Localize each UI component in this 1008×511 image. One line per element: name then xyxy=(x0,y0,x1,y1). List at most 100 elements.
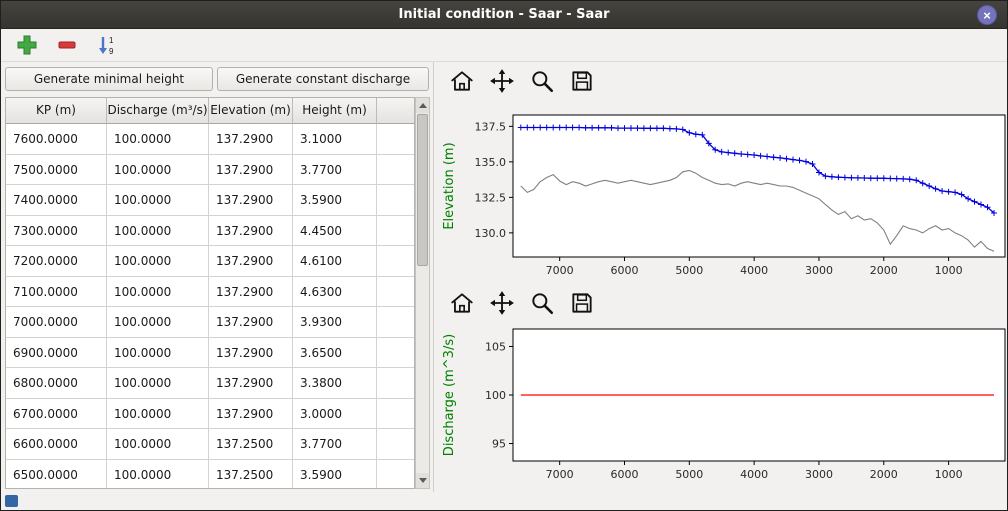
table-cell[interactable]: 4.4500 xyxy=(293,216,377,247)
chevron-up-icon xyxy=(419,103,427,108)
table-row[interactable]: 7300.0000100.0000137.29004.4500 xyxy=(6,216,414,247)
plot2-pan-button[interactable] xyxy=(485,287,519,319)
plot1-save-button[interactable] xyxy=(565,65,599,97)
delete-row-button[interactable] xyxy=(53,32,81,58)
table-cell[interactable]: 137.2900 xyxy=(209,216,293,247)
table-cell[interactable]: 100.0000 xyxy=(107,338,209,369)
table-cell[interactable]: 100.0000 xyxy=(107,155,209,186)
table-row[interactable]: 7400.0000100.0000137.29003.5900 xyxy=(6,185,414,216)
column-header[interactable]: KP (m) xyxy=(6,98,107,124)
table-cell[interactable]: 137.2900 xyxy=(209,368,293,399)
table-cell[interactable]: 100.0000 xyxy=(107,429,209,460)
plot1-zoom-button[interactable] xyxy=(525,65,559,97)
table-scrollbar[interactable] xyxy=(415,97,430,489)
table-cell[interactable]: 137.2900 xyxy=(209,246,293,277)
svg-text:132.5: 132.5 xyxy=(475,191,507,204)
panel-splitter[interactable] xyxy=(433,62,434,492)
plot2-home-button[interactable] xyxy=(445,287,479,319)
svg-text:4000: 4000 xyxy=(740,468,768,481)
svg-text:9: 9 xyxy=(109,47,114,56)
svg-text:2000: 2000 xyxy=(870,468,898,481)
table-cell[interactable]: 3.3800 xyxy=(293,368,377,399)
table-row[interactable]: 7100.0000100.0000137.29004.6300 xyxy=(6,277,414,308)
table-cell[interactable]: 6800.0000 xyxy=(6,368,107,399)
table-row[interactable]: 7200.0000100.0000137.29004.6100 xyxy=(6,246,414,277)
close-button[interactable]: × xyxy=(977,5,997,25)
table-cell[interactable]: 100.0000 xyxy=(107,277,209,308)
table-cell[interactable]: 137.2900 xyxy=(209,338,293,369)
scroll-up-button[interactable] xyxy=(416,98,429,113)
home-icon xyxy=(449,290,475,316)
table-cell[interactable]: 137.2900 xyxy=(209,124,293,155)
table-row[interactable]: 6800.0000100.0000137.29003.3800 xyxy=(6,368,414,399)
table-row[interactable]: 7500.0000100.0000137.29003.7700 xyxy=(6,155,414,186)
table-cell[interactable]: 6700.0000 xyxy=(6,399,107,430)
plot1-pan-button[interactable] xyxy=(485,65,519,97)
table-cell[interactable]: 6600.0000 xyxy=(6,429,107,460)
svg-text:105: 105 xyxy=(485,340,506,353)
table-cell[interactable]: 7000.0000 xyxy=(6,307,107,338)
table-cell[interactable]: 4.6300 xyxy=(293,277,377,308)
table-cell[interactable]: 100.0000 xyxy=(107,185,209,216)
plot2-save-button[interactable] xyxy=(565,287,599,319)
table-cell[interactable]: 137.2900 xyxy=(209,399,293,430)
table-cell[interactable]: 7200.0000 xyxy=(6,246,107,277)
column-header[interactable]: Elevation (m) xyxy=(209,98,293,124)
discharge-chart[interactable]: 700060005000400030002000100095100105Disc… xyxy=(437,319,1007,491)
table-cell[interactable]: 100.0000 xyxy=(107,246,209,277)
table-row[interactable]: 6700.0000100.0000137.29003.0000 xyxy=(6,399,414,430)
table-cell[interactable]: 137.2900 xyxy=(209,185,293,216)
table-cell[interactable]: 100.0000 xyxy=(107,124,209,155)
table-cell[interactable]: 7600.0000 xyxy=(6,124,107,155)
table-cell[interactable]: 7500.0000 xyxy=(6,155,107,186)
column-header[interactable]: Height (m) xyxy=(293,98,377,124)
table-cell[interactable]: 137.2500 xyxy=(209,460,293,490)
plot1-home-button[interactable] xyxy=(445,65,479,97)
remove-icon xyxy=(56,34,78,56)
svg-text:Elevation (m): Elevation (m) xyxy=(442,142,457,229)
table-cell[interactable]: 100.0000 xyxy=(107,368,209,399)
table-cell[interactable]: 7400.0000 xyxy=(6,185,107,216)
table-cell[interactable]: 100.0000 xyxy=(107,399,209,430)
table-cell[interactable]: 3.1000 xyxy=(293,124,377,155)
table-cell[interactable]: 137.2900 xyxy=(209,277,293,308)
table-row-filler xyxy=(377,216,414,247)
window-grip-icon[interactable] xyxy=(5,495,18,507)
table-cell[interactable]: 137.2900 xyxy=(209,307,293,338)
table-cell[interactable]: 100.0000 xyxy=(107,460,209,490)
table-cell[interactable]: 7300.0000 xyxy=(6,216,107,247)
scrollbar-thumb[interactable] xyxy=(417,114,428,266)
titlebar[interactable]: Initial condition - Saar - Saar × xyxy=(1,1,1007,29)
table-row[interactable]: 7000.0000100.0000137.29003.9300 xyxy=(6,307,414,338)
column-header[interactable]: Discharge (m³/s) xyxy=(107,98,209,124)
table-cell[interactable]: 3.5900 xyxy=(293,185,377,216)
table-cell[interactable]: 3.7700 xyxy=(293,155,377,186)
table-row[interactable]: 7600.0000100.0000137.29003.1000 xyxy=(6,124,414,155)
table-cell[interactable]: 137.2500 xyxy=(209,429,293,460)
plot2-zoom-button[interactable] xyxy=(525,287,559,319)
generate-constant-discharge-button[interactable]: Generate constant discharge xyxy=(217,67,429,91)
table-cell[interactable]: 3.0000 xyxy=(293,399,377,430)
table-row[interactable]: 6900.0000100.0000137.29003.6500 xyxy=(6,338,414,369)
table-cell[interactable]: 3.9300 xyxy=(293,307,377,338)
table-cell[interactable]: 3.6500 xyxy=(293,338,377,369)
table-cell[interactable]: 6500.0000 xyxy=(6,460,107,490)
table-cell[interactable]: 4.6100 xyxy=(293,246,377,277)
table-cell[interactable]: 7100.0000 xyxy=(6,277,107,308)
generate-minimal-height-button[interactable]: Generate minimal height xyxy=(5,67,213,91)
add-row-button[interactable] xyxy=(13,32,41,58)
main-toolbar: 1 9 xyxy=(1,29,1007,62)
svg-text:1000: 1000 xyxy=(935,468,963,481)
table-cell[interactable]: 137.2900 xyxy=(209,155,293,186)
table-cell[interactable]: 100.0000 xyxy=(107,216,209,247)
table-cell[interactable]: 100.0000 xyxy=(107,307,209,338)
sort-button[interactable]: 1 9 xyxy=(93,32,121,58)
table-cell[interactable]: 6900.0000 xyxy=(6,338,107,369)
table-cell[interactable]: 3.5900 xyxy=(293,460,377,490)
table-row[interactable]: 6500.0000100.0000137.25003.5900 xyxy=(6,460,414,490)
table-cell[interactable]: 3.7700 xyxy=(293,429,377,460)
table-row[interactable]: 6600.0000100.0000137.25003.7700 xyxy=(6,429,414,460)
elevation-chart[interactable]: 7000600050004000300020001000130.0132.513… xyxy=(437,103,1007,283)
scroll-down-button[interactable] xyxy=(416,473,429,488)
application-window: Initial condition - Saar - Saar × 1 9 Ge… xyxy=(0,0,1008,511)
